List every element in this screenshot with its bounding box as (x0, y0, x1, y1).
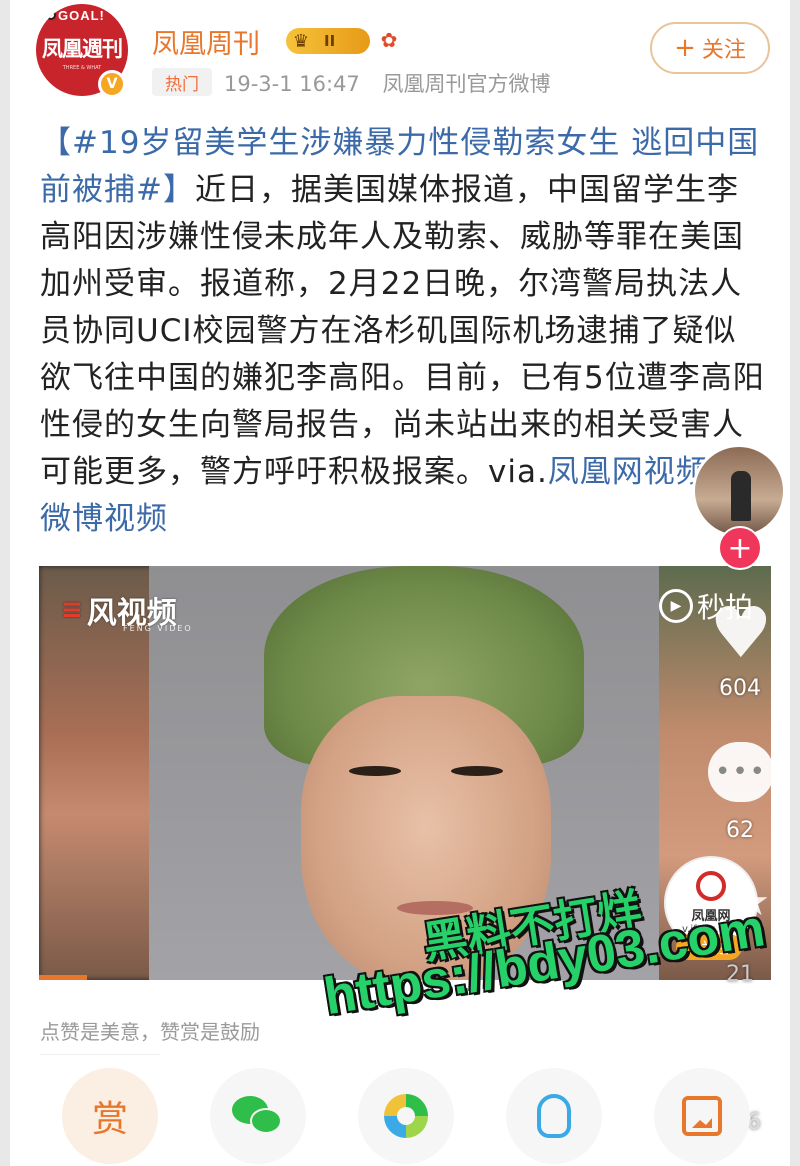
uploader-avatar[interactable] (692, 444, 786, 538)
reward-label: 赏 (91, 1099, 128, 1140)
wechat-share-button[interactable] (210, 1068, 306, 1164)
divider (40, 1054, 160, 1055)
qq-share-button[interactable] (506, 1068, 602, 1164)
plus-icon: + (674, 33, 696, 63)
image-save-icon (682, 1096, 722, 1136)
moments-icon (384, 1094, 428, 1138)
account-name[interactable]: 凤凰周刊 (152, 22, 260, 61)
follow-label: 关注 (701, 38, 746, 63)
post-body: 近日，据美国媒体报道，中国留学生李高阳因涉嫌性侵未成年人及勒索、威胁等罪在美国加… (40, 172, 765, 490)
like-count: 604 (719, 676, 761, 701)
video-subject-eye (349, 766, 401, 776)
member-level-badge[interactable]: ♛ II (286, 28, 370, 54)
wechat-icon (232, 1096, 284, 1136)
hot-tag: 热门 (152, 68, 212, 96)
reward-hint: 点赞是美意，赞赏是鼓励 (40, 1020, 260, 1044)
left-edge (0, 0, 10, 1166)
post-meta: 19-3-1 16:47 凤凰周刊官方微博 (224, 68, 550, 98)
feng-stripes-icon: ≡ (61, 595, 83, 625)
video-progress-bar[interactable] (39, 975, 87, 980)
medal-icon[interactable]: ✿ (378, 26, 400, 54)
verified-icon: V (98, 70, 126, 98)
comment-count: 62 (726, 818, 754, 843)
moments-share-button[interactable] (358, 1068, 454, 1164)
ifeng-bird-icon (696, 871, 726, 901)
right-edge (790, 0, 800, 1166)
follow-button[interactable]: + 关注 (650, 22, 770, 74)
qq-icon (537, 1094, 571, 1138)
member-level-text: II (324, 32, 336, 50)
save-image-button[interactable] (654, 1068, 750, 1164)
soccer-ball-icon (46, 10, 56, 20)
uploader-figure (731, 471, 751, 521)
post-text: 【#19岁留美学生涉嫌暴力性侵勒索女生 逃回中国前被捕#】近日，据美国媒体报道，… (40, 120, 766, 543)
post-source: 凤凰周刊官方微博 (382, 72, 551, 96)
reward-button[interactable]: 赏 (62, 1068, 158, 1164)
avatar-brand-text: 凤凰週刊 (42, 36, 123, 61)
post-timestamp: 19-3-1 16:47 (224, 72, 360, 96)
follow-plus-button[interactable]: + (718, 526, 762, 570)
video-subject-eye (451, 766, 503, 776)
avatar-sub-text: THREE & WHAT (62, 65, 102, 71)
heart-icon[interactable]: ♥ (704, 592, 778, 674)
comment-icon[interactable]: ••• (708, 742, 774, 802)
play-icon: ▶ (658, 589, 693, 623)
avatar-goal-text: GOAL! (58, 8, 105, 23)
feng-video-logo-sub: FENG VIDEO (123, 624, 193, 633)
crown-icon: ♛ (292, 30, 310, 52)
